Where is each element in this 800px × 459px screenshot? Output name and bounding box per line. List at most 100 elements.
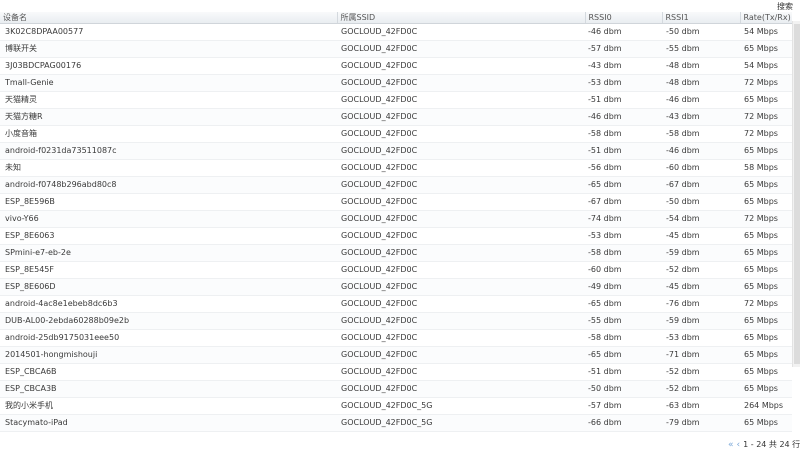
cell-rate: 65 Mbps <box>740 329 792 347</box>
cell-rssi1: -76 dbm <box>662 295 740 313</box>
cell-device-name: Tmall-Genie <box>0 74 337 92</box>
table-row[interactable]: Stacymato-iPad GOCLOUD_42FD0C_5G -66 dbm -7… <box>0 414 792 432</box>
cell-rssi1: -43 dbm <box>662 108 740 126</box>
table-row[interactable]: ESP_8E545F GOCLOUD_42FD0C -60 dbm -52 dbm 65… <box>0 261 792 279</box>
table-row[interactable]: android-25db9175031eee50 GOCLOUD_42FD0C -5… <box>0 329 792 347</box>
cell-rate: 65 Mbps <box>740 261 792 279</box>
cell-rssi0: -51 dbm <box>585 142 662 160</box>
cell-device-name: 3K02C8DPAA00577 <box>0 23 337 41</box>
table-row[interactable]: ESP_CBCA6B GOCLOUD_42FD0C -51 dbm -52 dbm 65… <box>0 363 792 381</box>
table-row[interactable]: ESP_8E606D GOCLOUD_42FD0C -49 dbm -45 dbm 65… <box>0 278 792 296</box>
cell-device-name: ESP_8E545F <box>0 261 337 279</box>
search-link[interactable]: 搜索 <box>777 1 793 12</box>
cell-rate: 65 Mbps <box>740 40 792 58</box>
header-row: 设备名 所属SSID RSSI0 RSSI1 Rate(Tx/Rx) <box>0 12 792 24</box>
cell-rssi1: -63 dbm <box>662 397 740 415</box>
cell-device-name: 未知 <box>0 159 337 177</box>
cell-rate: 65 Mbps <box>740 346 792 364</box>
cell-rssi0: -57 dbm <box>585 40 662 58</box>
cell-rssi0: -65 dbm <box>585 346 662 364</box>
cell-ssid: GOCLOUD_42FD0C <box>337 363 585 381</box>
table-header: 设备名 所属SSID RSSI0 RSSI1 Rate(Tx/Rx) <box>0 12 792 24</box>
cell-rssi1: -46 dbm <box>662 142 740 160</box>
column-header-rssi0[interactable]: RSSI0 <box>585 12 663 24</box>
cell-rssi0: -60 dbm <box>585 261 662 279</box>
table-row[interactable]: 小度音箱 GOCLOUD_42FD0C -58 dbm -58 dbm 72 Mbps <box>0 125 792 143</box>
table-row[interactable]: android-f0748b296abd80c8 GOCLOUD_42FD0C -6… <box>0 176 792 194</box>
cell-rssi0: -51 dbm <box>585 363 662 381</box>
cell-ssid: GOCLOUD_42FD0C <box>337 312 585 330</box>
cell-device-name: android-25db9175031eee50 <box>0 329 337 347</box>
column-header-rssi1[interactable]: RSSI1 <box>662 12 741 24</box>
prev-page-icon[interactable]: ‹ <box>737 439 741 451</box>
cell-rssi0: -50 dbm <box>585 380 662 398</box>
cell-device-name: 我的小米手机 <box>0 397 337 415</box>
table-row[interactable]: android-f0231da73511087c GOCLOUD_42FD0C -5… <box>0 142 792 160</box>
table-row[interactable]: 2014501-hongmishouji GOCLOUD_42FD0C -65 db… <box>0 346 792 364</box>
cell-rssi1: -59 dbm <box>662 312 740 330</box>
table-row[interactable]: 未知 GOCLOUD_42FD0C -56 dbm -60 dbm 58 Mbps <box>0 159 792 177</box>
cell-device-name: 天猫精灵 <box>0 91 337 109</box>
cell-device-name: android-f0231da73511087c <box>0 142 337 160</box>
table-row[interactable]: vivo-Y66 GOCLOUD_42FD0C -74 dbm -54 dbm 72 M… <box>0 210 792 228</box>
cell-ssid: GOCLOUD_42FD0C <box>337 295 585 313</box>
cell-rssi0: -65 dbm <box>585 176 662 194</box>
cell-ssid: GOCLOUD_42FD0C <box>337 261 585 279</box>
table-row[interactable]: 博联开关 GOCLOUD_42FD0C -57 dbm -55 dbm 65 Mbps <box>0 40 792 58</box>
cell-rate: 65 Mbps <box>740 380 792 398</box>
cell-ssid: GOCLOUD_42FD0C_5G <box>337 397 585 415</box>
table-row[interactable]: DUB-AL00-2ebda60288b09e2b GOCLOUD_42FD0C -… <box>0 312 792 330</box>
device-list-page: 搜索 设备名 所属SSID RSSI0 RSSI1 Rate(Tx/Rx) 3K… <box>0 0 800 459</box>
cell-rssi1: -45 dbm <box>662 278 740 296</box>
cell-rssi0: -57 dbm <box>585 397 662 415</box>
cell-rate: 72 Mbps <box>740 295 792 313</box>
cell-rssi0: -53 dbm <box>585 74 662 92</box>
cell-rssi0: -56 dbm <box>585 159 662 177</box>
table-row[interactable]: ESP_8E6063 GOCLOUD_42FD0C -53 dbm -45 dbm 65… <box>0 227 792 245</box>
cell-rate: 54 Mbps <box>740 23 792 41</box>
cell-rate: 65 Mbps <box>740 227 792 245</box>
cell-ssid: GOCLOUD_42FD0C <box>337 57 585 75</box>
column-header-ssid[interactable]: 所属SSID <box>337 12 586 24</box>
cell-ssid: GOCLOUD_42FD0C <box>337 380 585 398</box>
first-page-icon[interactable]: « <box>728 439 734 451</box>
cell-rate: 58 Mbps <box>740 159 792 177</box>
cell-device-name: android-4ac8e1ebeb8dc6b3 <box>0 295 337 313</box>
cell-ssid: GOCLOUD_42FD0C <box>337 125 585 143</box>
cell-ssid: GOCLOUD_42FD0C <box>337 278 585 296</box>
table-row[interactable]: 3K02C8DPAA00577 GOCLOUD_42FD0C -46 dbm -50 … <box>0 23 792 41</box>
cell-ssid: GOCLOUD_42FD0C <box>337 159 585 177</box>
scrollbar-thumb[interactable] <box>794 24 800 364</box>
column-header-rate[interactable]: Rate(Tx/Rx) <box>740 12 792 24</box>
cell-device-name: 3J03BDCPAG00176 <box>0 57 337 75</box>
cell-ssid: GOCLOUD_42FD0C <box>337 40 585 58</box>
cell-ssid: GOCLOUD_42FD0C <box>337 193 585 211</box>
table-row[interactable]: ESP_8E596B GOCLOUD_42FD0C -67 dbm -50 dbm 65… <box>0 193 792 211</box>
cell-rate: 72 Mbps <box>740 210 792 228</box>
cell-rssi0: -55 dbm <box>585 312 662 330</box>
cell-device-name: DUB-AL00-2ebda60288b09e2b <box>0 312 337 330</box>
pagination: « ‹ 1 - 24 共 24 行 <box>728 439 800 451</box>
table-row[interactable]: 天猫精灵 GOCLOUD_42FD0C -51 dbm -46 dbm 65 Mbps <box>0 91 792 109</box>
vertical-scrollbar[interactable] <box>792 21 800 367</box>
page-info: 1 - 24 共 24 行 <box>743 440 800 449</box>
cell-rate: 65 Mbps <box>740 142 792 160</box>
cell-rate: 65 Mbps <box>740 176 792 194</box>
cell-device-name: Stacymato-iPad <box>0 414 337 432</box>
table-row[interactable]: 3J03BDCPAG00176 GOCLOUD_42FD0C -43 dbm -48 … <box>0 57 792 75</box>
cell-rssi0: -65 dbm <box>585 295 662 313</box>
cell-rssi0: -46 dbm <box>585 108 662 126</box>
table-row[interactable]: 天猫方糖R GOCLOUD_42FD0C -46 dbm -43 dbm 72 Mbps <box>0 108 792 126</box>
cell-rate: 65 Mbps <box>740 91 792 109</box>
table-row[interactable]: 我的小米手机 GOCLOUD_42FD0C_5G -57 dbm -63 dbm 264… <box>0 397 792 415</box>
table-row[interactable]: android-4ac8e1ebeb8dc6b3 GOCLOUD_42FD0C -6… <box>0 295 792 313</box>
column-header-device-name[interactable]: 设备名 <box>0 12 338 24</box>
cell-rate: 65 Mbps <box>740 278 792 296</box>
cell-ssid: GOCLOUD_42FD0C <box>337 329 585 347</box>
device-table-container: 设备名 所属SSID RSSI0 RSSI1 Rate(Tx/Rx) 3K02C… <box>0 12 792 432</box>
table-row[interactable]: ESP_CBCA3B GOCLOUD_42FD0C -50 dbm -52 dbm 65… <box>0 380 792 398</box>
table-row[interactable]: SPmini-e7-eb-2e GOCLOUD_42FD0C -58 dbm -59 … <box>0 244 792 262</box>
cell-rate: 65 Mbps <box>740 414 792 432</box>
cell-ssid: GOCLOUD_42FD0C <box>337 346 585 364</box>
table-row[interactable]: Tmall-Genie GOCLOUD_42FD0C -53 dbm -48 dbm 7… <box>0 74 792 92</box>
